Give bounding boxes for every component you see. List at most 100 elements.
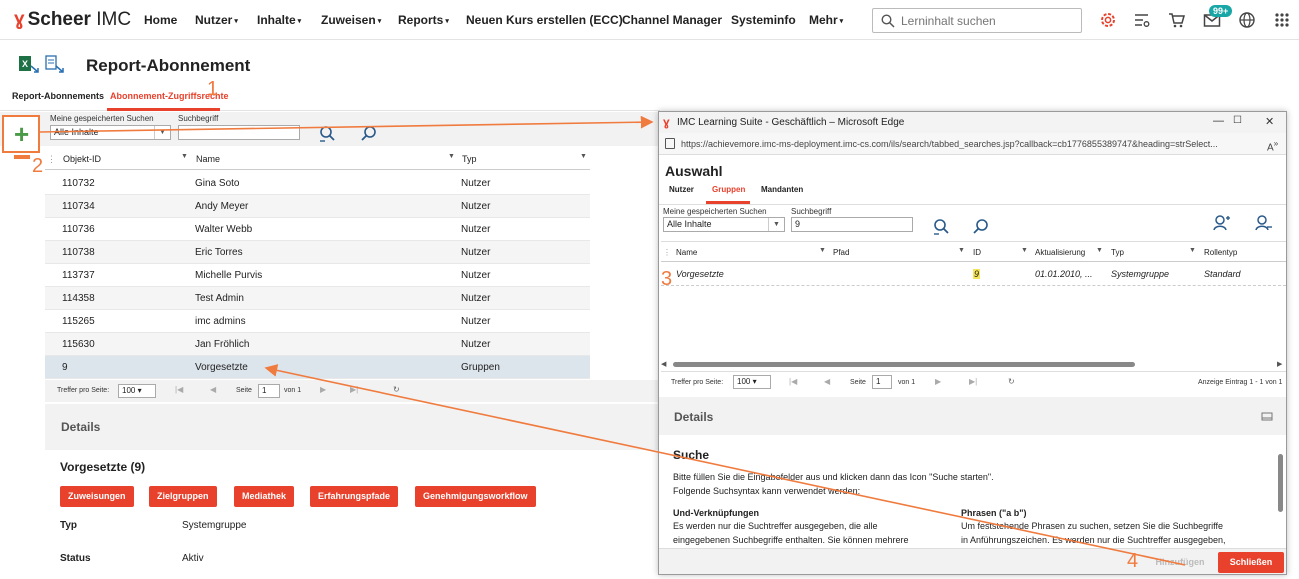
maximize-icon[interactable]: ☐: [1233, 115, 1242, 126]
apps-grid-icon[interactable]: [1273, 11, 1291, 29]
column-menu-icon[interactable]: ▼: [958, 247, 965, 254]
column-menu-icon[interactable]: ▼: [181, 153, 188, 160]
report-export-icon[interactable]: [42, 52, 68, 78]
advanced-search-icon[interactable]: [932, 218, 952, 236]
add-user-icon[interactable]: [1213, 214, 1231, 232]
zuweisungen-button[interactable]: Zuweisungen: [60, 486, 134, 507]
last-page-icon[interactable]: ▶|: [969, 377, 977, 386]
close-icon[interactable]: ✕: [1265, 115, 1274, 128]
column-menu-icon[interactable]: ▼: [1021, 247, 1028, 254]
col-typ[interactable]: Typ: [462, 154, 477, 164]
search-start-icon[interactable]: [972, 218, 990, 236]
read-aloud-icon[interactable]: A»: [1267, 138, 1278, 153]
nav-neuen-kurs[interactable]: Neuen Kurs erstellen (ECC): [466, 13, 623, 27]
minimize-icon[interactable]: —: [1213, 115, 1224, 127]
popup-col-rollentyp[interactable]: Rollentyp: [1204, 248, 1237, 257]
nav-home-label: Home: [144, 13, 178, 27]
scrollbar-thumb[interactable]: [673, 362, 1135, 367]
logo-suffix: IMC: [90, 9, 132, 30]
col-objekt-id[interactable]: Objekt-ID: [63, 154, 101, 164]
close-button[interactable]: Schließen: [1218, 552, 1284, 573]
table-row[interactable]: 113737 Michelle Purvis Nutzer: [45, 264, 590, 287]
tab-report-abonnements[interactable]: Report-Abonnements: [12, 91, 104, 101]
add-button-disabled[interactable]: Hinzufügen: [1144, 554, 1216, 571]
cell-name: Eric Torres: [195, 247, 243, 258]
horizontal-scrollbar[interactable]: ◀ ▶: [661, 360, 1284, 368]
advanced-search-icon[interactable]: [318, 125, 338, 143]
excel-export-icon[interactable]: X: [16, 52, 42, 78]
column-menu-icon[interactable]: ▼: [448, 153, 455, 160]
erfahrungspfade-button[interactable]: Erfahrungspfade: [310, 486, 399, 507]
column-menu-icon[interactable]: ▼: [819, 247, 826, 254]
column-menu-icon[interactable]: ▼: [1096, 247, 1103, 254]
column-menu-icon[interactable]: ▼: [1189, 247, 1196, 254]
refresh-icon[interactable]: ↻: [1008, 377, 1015, 386]
add-button[interactable]: +: [2, 115, 40, 153]
nav-systeminfo[interactable]: Systeminfo: [731, 13, 796, 27]
globe-icon[interactable]: [1238, 11, 1256, 29]
popup-tab-gruppen[interactable]: Gruppen: [712, 185, 745, 194]
search-input[interactable]: [901, 12, 1076, 29]
gear-icon[interactable]: [1099, 11, 1117, 29]
popup-per-page-select[interactable]: 100 ▾: [733, 375, 771, 389]
page-label: Seite: [236, 387, 252, 394]
search-start-icon[interactable]: [360, 125, 378, 143]
page-info-icon[interactable]: [665, 138, 675, 149]
user-list-icon[interactable]: [1255, 214, 1273, 232]
vertical-scrollbar[interactable]: [1277, 444, 1284, 544]
collapse-panel-icon[interactable]: [1261, 412, 1273, 422]
svg-text:X: X: [22, 59, 28, 69]
prev-page-icon[interactable]: ◀: [824, 377, 830, 386]
popup-col-aktualisierung[interactable]: Aktualisierung: [1035, 248, 1085, 257]
first-page-icon[interactable]: |◀: [789, 377, 797, 386]
next-page-icon[interactable]: ▶: [935, 377, 941, 386]
popup-page-input[interactable]: 1: [872, 375, 892, 389]
popup-col-id[interactable]: ID: [973, 248, 981, 257]
search-term-input[interactable]: [178, 125, 300, 140]
table-row[interactable]: 110738 Eric Torres Nutzer: [45, 241, 590, 264]
nav-home[interactable]: Home: [144, 13, 177, 27]
nav-zuweisen[interactable]: Zuweisen ▾: [321, 13, 381, 27]
popup-url[interactable]: https://achievemore.imc-ms-deployment.im…: [681, 139, 1256, 149]
scheer-imc-logo[interactable]: ɣ Scheer IMC: [14, 9, 131, 31]
table-row[interactable]: 110732 Gina Soto Nutzer: [45, 172, 590, 195]
popup-col-typ[interactable]: Typ: [1111, 248, 1124, 257]
table-row-selected[interactable]: 9 Vorgesetzte Gruppen: [45, 356, 590, 379]
popup-table-row[interactable]: Vorgesetzte 9 01.01.2010, ... Systemgrup…: [661, 262, 1286, 286]
genehmigungsworkflow-button[interactable]: Genehmigungsworkflow: [415, 486, 536, 507]
popup-saved-search-select[interactable]: Alle Inhalte ▼: [663, 217, 785, 232]
table-row[interactable]: 110734 Andy Meyer Nutzer: [45, 195, 590, 218]
popup-col-pfad[interactable]: Pfad: [833, 248, 849, 257]
mediathek-button[interactable]: Mediathek: [234, 486, 295, 507]
zielgruppen-button[interactable]: Zielgruppen: [149, 486, 217, 507]
popup-tab-mandanten[interactable]: Mandanten: [761, 185, 803, 194]
cart-icon[interactable]: [1168, 11, 1186, 29]
nav-mehr[interactable]: Mehr ▾: [809, 13, 843, 27]
refresh-icon[interactable]: ↻: [393, 385, 400, 394]
nav-nutzer[interactable]: Nutzer ▾: [195, 13, 238, 27]
nav-reports[interactable]: Reports ▾: [398, 13, 449, 27]
per-page-select[interactable]: 100 ▾: [118, 384, 156, 398]
popup-tab-nutzer[interactable]: Nutzer: [669, 185, 694, 194]
scrollbar-thumb[interactable]: [1278, 454, 1283, 512]
table-row[interactable]: 114358 Test Admin Nutzer: [45, 287, 590, 310]
col-name[interactable]: Name: [196, 154, 220, 164]
prev-page-icon[interactable]: ◀: [210, 385, 216, 394]
first-page-icon[interactable]: |◀: [175, 385, 183, 394]
popup-col-name[interactable]: Name: [676, 248, 697, 257]
table-row[interactable]: 115265 imc admins Nutzer: [45, 310, 590, 333]
page-input[interactable]: 1: [258, 384, 280, 398]
nav-inhalte[interactable]: Inhalte ▾: [257, 13, 301, 27]
last-page-icon[interactable]: ▶|: [350, 385, 358, 394]
cell-id: 110738: [62, 247, 95, 258]
popup-search-term-input[interactable]: 9: [791, 217, 913, 232]
saved-search-select[interactable]: Alle Inhalte ▼: [50, 125, 171, 140]
table-row[interactable]: 110736 Walter Webb Nutzer: [45, 218, 590, 241]
next-page-icon[interactable]: ▶: [320, 385, 326, 394]
list-settings-icon[interactable]: [1133, 11, 1151, 29]
scroll-left-icon[interactable]: ◀: [661, 360, 666, 368]
column-menu-icon[interactable]: ▼: [580, 153, 587, 160]
scroll-right-icon[interactable]: ▶: [1277, 360, 1282, 368]
table-row[interactable]: 115630 Jan Fröhlich Nutzer: [45, 333, 590, 356]
nav-channel-manager[interactable]: Channel Manager: [622, 13, 722, 27]
